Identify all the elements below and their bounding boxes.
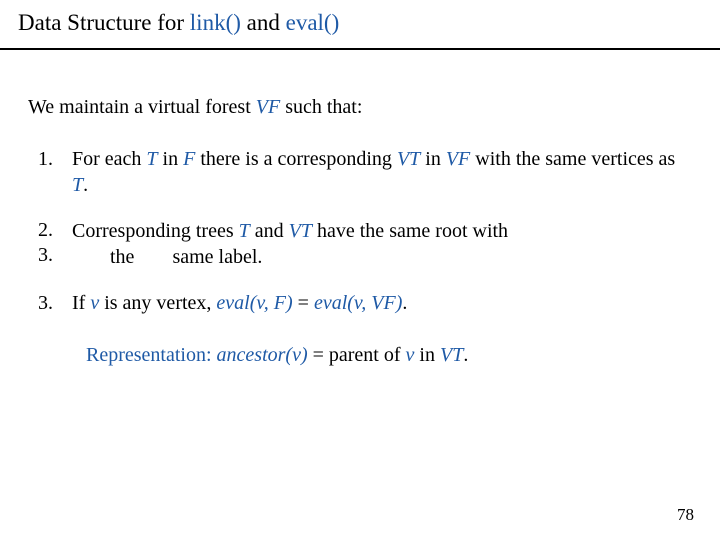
text: Corresponding trees — [72, 220, 239, 242]
title-fn-eval: eval() — [286, 10, 340, 35]
item-number: 3. — [38, 290, 72, 316]
intro-vf: VF — [256, 96, 280, 118]
slide-title: Data Structure for link() and eval() — [18, 8, 702, 48]
var-v: v — [90, 292, 99, 314]
representation-line: Representation: ancestor(v) = parent of … — [86, 342, 702, 368]
eq: = — [293, 292, 314, 314]
var-VT: VT — [397, 148, 420, 170]
text: in — [414, 344, 440, 366]
text: have the same root with — [312, 220, 508, 242]
var-T: T — [72, 174, 83, 196]
text: and — [250, 220, 289, 242]
list-item-1: 1. For each T in F there is a correspond… — [38, 146, 682, 198]
list-item-3: 3. If v is any vertex, eval(v, F) = eval… — [38, 290, 682, 316]
var-T: T — [239, 220, 250, 242]
num-2: 2. — [38, 218, 72, 243]
title-fn-link: link() — [190, 10, 241, 35]
item-number: 2. 3. — [38, 218, 72, 268]
dot: . — [402, 292, 407, 314]
text: . — [83, 174, 88, 196]
item-body: Corresponding trees T and VT have the sa… — [72, 218, 682, 270]
rep-fn: ancestor(v) — [217, 344, 308, 366]
text: in — [158, 148, 184, 170]
var-T: T — [146, 148, 157, 170]
text: in — [420, 148, 446, 170]
slide: Data Structure for link() and eval() We … — [0, 0, 720, 540]
text: same label. — [172, 246, 262, 268]
text: = parent of — [308, 344, 406, 366]
var-VT: VT — [289, 220, 312, 242]
item-number: 1. — [38, 146, 72, 172]
text: there is a corresponding — [195, 148, 397, 170]
var-F: F — [183, 148, 195, 170]
eval-f: eval(v, F) — [216, 292, 292, 314]
intro-a: We maintain a virtual forest — [28, 96, 256, 118]
properties-list: 1. For each T in F there is a correspond… — [18, 146, 702, 316]
title-prefix: Data Structure for — [18, 10, 190, 35]
intro-b: such that: — [280, 96, 362, 118]
var-VF: VF — [446, 148, 470, 170]
eval-vf: eval(v, VF) — [314, 292, 402, 314]
text: the — [110, 246, 134, 268]
intro-text: We maintain a virtual forest VF such tha… — [28, 94, 692, 120]
rep-label: Representation: — [86, 344, 212, 366]
text: If — [72, 292, 90, 314]
var-VT: VT — [440, 344, 463, 366]
num-3-dup: 3. — [38, 243, 72, 268]
list-item-2: 2. 3. Corresponding trees T and VT have … — [38, 218, 682, 270]
item-body: For each T in F there is a corresponding… — [72, 146, 682, 198]
text: is any vertex, — [99, 292, 216, 314]
page-number: 78 — [677, 504, 694, 526]
item-body: If v is any vertex, eval(v, F) = eval(v,… — [72, 290, 682, 316]
text: For each — [72, 148, 146, 170]
text: with the same vertices as — [470, 148, 675, 170]
dot: . — [463, 344, 468, 366]
title-divider — [0, 48, 720, 50]
title-mid: and — [241, 10, 286, 35]
